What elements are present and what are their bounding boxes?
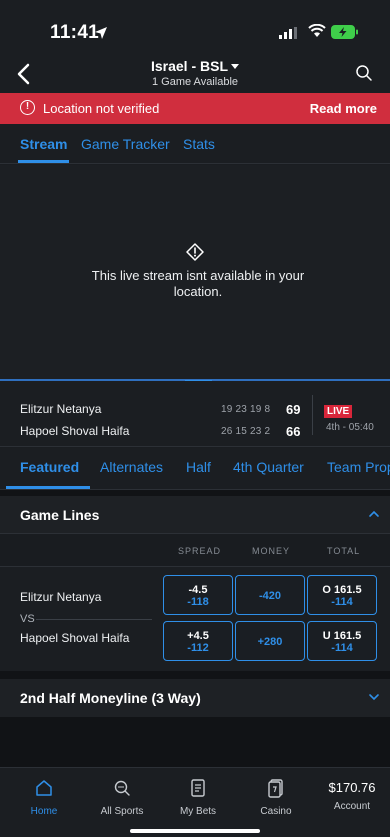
tab-stream[interactable]: Stream — [20, 136, 67, 152]
stream-player: This live stream isnt available in your … — [0, 165, 390, 380]
status-time: 11:41 — [50, 22, 100, 43]
battery-icon — [331, 25, 358, 39]
live-badge: LIVE — [324, 405, 353, 418]
account-balance: $170.76 — [328, 780, 376, 795]
second-half-header[interactable]: 2nd Half Moneyline (3 Way) — [0, 679, 390, 717]
second-half-title: 2nd Half Moneyline (3 Way) — [20, 690, 201, 706]
tab-alternates[interactable]: Alternates — [100, 459, 163, 475]
odds-price: +280 — [257, 636, 283, 648]
top-nav: Israel - BSL 1 Game Available — [0, 56, 390, 94]
tab-4th-quarter[interactable]: 4th Quarter — [233, 459, 304, 475]
team-name: Elitzur Netanya — [20, 402, 102, 416]
tab-underline — [18, 160, 69, 163]
game-clock: 4th - 05:40 — [326, 422, 374, 433]
total-score: 69 — [286, 402, 301, 417]
odds-button-team1-spread[interactable]: -4.5 -118 — [163, 575, 233, 615]
section-gap — [0, 671, 390, 679]
home-icon — [36, 780, 52, 796]
team1-name: Elitzur Netanya — [20, 590, 102, 604]
odds-price: -114 — [331, 596, 353, 608]
league-title[interactable]: Israel - BSL — [120, 58, 270, 74]
odds-button-team1-total[interactable]: O 161.5 -114 — [307, 575, 377, 615]
game-lines-title: Game Lines — [20, 507, 100, 523]
scoreboard: Elitzur Netanya 19 23 19 8 69 Hapoel Sho… — [0, 381, 390, 447]
nav-account-label: Account — [333, 801, 371, 812]
tab-featured[interactable]: Featured — [20, 459, 79, 475]
my-bets-icon — [191, 779, 205, 797]
signal-icon — [279, 27, 297, 39]
odds-line: +4.5 — [187, 630, 209, 642]
odds-line: U 161.5 — [322, 630, 362, 642]
odds-line: O 161.5 — [322, 584, 362, 596]
tab-game-tracker[interactable]: Game Tracker — [81, 136, 170, 152]
period-scores: 26 15 23 2 — [221, 426, 271, 437]
odds-price: -118 — [187, 596, 209, 608]
back-chevron-icon[interactable] — [16, 62, 32, 86]
total-score: 66 — [286, 424, 301, 439]
home-indicator — [130, 829, 260, 833]
league-selector[interactable]: Israel - BSL 1 Game Available — [120, 58, 270, 88]
odds-button-team2-money[interactable]: +280 — [235, 621, 305, 661]
odds-line: -4.5 — [188, 584, 208, 596]
empty-area — [0, 717, 390, 767]
odds-price: -420 — [258, 590, 282, 602]
nav-account[interactable]: $170.76 Account — [317, 778, 387, 812]
tab-team-props[interactable]: Team Props — [327, 459, 390, 475]
period-scores: 19 23 19 8 — [221, 404, 271, 415]
casino-icon — [268, 779, 283, 798]
nav-home-label: Home — [30, 806, 58, 817]
chevron-up-icon[interactable] — [368, 508, 380, 520]
nav-my-bets-label: My Bets — [179, 806, 217, 817]
location-arrow-icon — [95, 27, 107, 39]
search-icon[interactable] — [355, 64, 373, 82]
odds-button-team2-total[interactable]: U 161.5 -114 — [307, 621, 377, 661]
read-more-link[interactable]: Read more — [310, 101, 377, 116]
game-lines-header[interactable]: Game Lines — [0, 496, 390, 533]
tab-half[interactable]: Half — [186, 459, 211, 475]
league-subtitle: 1 Game Available — [151, 76, 239, 88]
nav-casino-label: Casino — [260, 806, 292, 817]
stream-tabs: Stream Game Tracker Stats — [0, 124, 390, 164]
league-title-text: Israel - BSL — [150, 58, 229, 74]
warning-circle-icon: ! — [20, 100, 35, 115]
team2-name: Hapoel Shoval Haifa — [20, 631, 130, 645]
location-banner: ! Location not verified Read more — [0, 93, 390, 124]
column-spread: SPREAD — [178, 546, 222, 556]
chevron-down-icon[interactable] — [368, 691, 380, 703]
column-total: TOTAL — [327, 546, 361, 556]
score-separator — [312, 395, 313, 435]
tab-stats[interactable]: Stats — [183, 136, 215, 152]
nav-casino[interactable]: Casino — [241, 778, 311, 817]
vs-label: VS — [20, 613, 35, 625]
banner-message: Location not verified — [43, 101, 160, 116]
nav-home[interactable]: Home — [9, 778, 79, 817]
market-tabs: Featured Alternates Half 4th Quarter Tea… — [0, 448, 390, 490]
nav-my-bets[interactable]: My Bets — [163, 778, 233, 817]
tab-underline — [6, 486, 90, 489]
nav-all-sports-label: All Sports — [100, 806, 144, 817]
vs-divider — [36, 619, 152, 620]
odds-button-team2-spread[interactable]: +4.5 -112 — [163, 621, 233, 661]
bottom-nav: Home All Sports My Bets Casino $170.76 A… — [0, 767, 390, 837]
team-name: Hapoel Shoval Haifa — [20, 424, 130, 438]
column-money: MONEY — [252, 546, 291, 556]
odds-price: -112 — [187, 642, 209, 654]
all-sports-icon — [114, 780, 130, 796]
nav-all-sports[interactable]: All Sports — [87, 778, 157, 817]
game-lines-body: Elitzur Netanya VS Hapoel Shoval Haifa -… — [0, 567, 390, 671]
diamond-alert-icon — [186, 243, 204, 261]
wifi-icon — [308, 24, 326, 37]
odds-price: -114 — [331, 642, 353, 654]
status-bar: 11:41 — [0, 0, 390, 60]
odds-button-team1-money[interactable]: -420 — [235, 575, 305, 615]
game-lines-columns: SPREAD MONEY TOTAL — [0, 533, 390, 567]
stream-unavailable-message: This live stream isnt available in your … — [91, 268, 305, 299]
caret-down-icon — [231, 64, 240, 69]
